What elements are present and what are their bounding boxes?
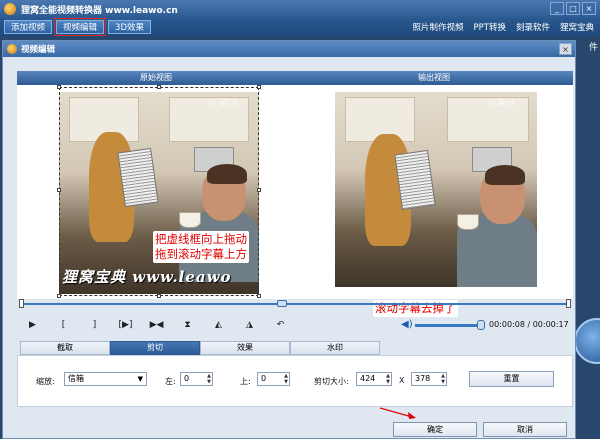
app-titlebar: 狸窝全能视频转换器 www.leawo.cn _ □ × [0,0,600,18]
stepper-arrows-icon[interactable]: ▲ ▼ [284,373,288,385]
crop-height-stepper[interactable]: 378 ▲ ▼ [411,372,447,386]
preview-area: ◎ 刷沙 狸窝宝典 www.leawo ◎ 刷沙 [17,85,573,299]
edit-tabs: 截取 剪切 效果 水印 [20,341,380,355]
stepper-arrows-icon[interactable]: ▲ ▼ [386,373,390,385]
stepper-arrows-icon[interactable]: ▲ ▼ [207,373,211,385]
crop-handle[interactable] [157,294,161,298]
video-scene [335,92,537,287]
crop-width-stepper[interactable]: 424 ▲ ▼ [356,372,392,386]
crop-handle[interactable] [257,294,261,298]
close-button[interactable]: × [582,2,596,15]
photo-video-link[interactable]: 照片制作视频 [413,21,464,33]
app-window-controls: _ □ × [550,2,596,15]
crop-size-label: 剪切大小: [314,377,349,386]
output-view-label: 输出视图 [418,73,450,82]
zoom-select-value: 信箱 [68,374,84,383]
left-label: 左: [165,377,176,386]
scrolling-subtitle-watermark: 狸窝宝典 www.leawo [62,268,232,286]
crop-height-value: 378 [415,374,431,383]
crop-handle[interactable] [257,85,261,89]
app-toolbar: 添加视频 视频编辑 3D效果 照片制作视频 PPT转换 刻录软件 狸窝宝典 [0,18,600,36]
cancel-button[interactable]: 取消 [483,422,567,437]
volume-icon[interactable]: ◀) [401,319,413,330]
zoom-select[interactable]: 信箱 ▼ [64,372,147,386]
minimize-button[interactable]: _ [550,2,564,15]
left-offset-value: 0 [184,374,190,383]
timeline-thumb[interactable] [277,300,287,307]
volume-thumb[interactable] [477,320,485,330]
timeline-track[interactable] [23,303,567,305]
rotate-right-icon[interactable]: ◮ [234,320,265,330]
maximize-button[interactable]: □ [566,2,580,15]
timeline-end-marker[interactable] [566,299,571,308]
crop-handle[interactable] [57,85,61,89]
zoom-label: 缩放: [36,377,55,386]
undo-icon[interactable]: ↶ [265,320,296,330]
app-logo-icon [4,3,16,15]
top-offset-value: 0 [261,374,267,383]
ok-button[interactable]: 确定 [393,422,477,437]
tab-trim[interactable]: 截取 [20,341,110,355]
newspaper-shape [394,149,436,211]
crop-handle[interactable] [157,85,161,89]
timeline-start-marker[interactable] [19,299,24,308]
watermark-icon: ◎ 刷沙 [487,99,516,109]
dialog-title: 视频编辑 [21,45,56,55]
app-title: 狸窝全能视频转换器 www.leawo.cn [21,5,178,16]
view-header: 原始视图 输出视图 [17,71,573,85]
mark-in-icon[interactable]: [ [48,320,79,330]
crop-selection-box[interactable] [57,85,261,298]
split-icon[interactable]: ▶◀ [141,320,172,330]
ppt-convert-link[interactable]: PPT转换 [474,21,506,33]
play-icon[interactable]: ▶ [17,320,48,330]
timecode: 00:00:08 / 00:00:17 [489,320,569,329]
timeline-slider[interactable] [17,299,573,309]
cup-shape [457,214,479,230]
hourglass-icon[interactable]: ⧗ [172,320,203,330]
dialog-close-button[interactable]: × [559,43,572,55]
rotate-left-icon[interactable]: ◭ [203,320,234,330]
crop-handle[interactable] [57,294,61,298]
crop-handle[interactable] [57,188,61,192]
man-hair-shape [485,165,525,185]
background-text: 件 [588,43,598,53]
stepper-arrows-icon[interactable]: ▲ ▼ [441,373,445,385]
original-view-label: 原始视图 [140,73,172,82]
tab-crop[interactable]: 剪切 [110,341,200,355]
dialog-logo-icon [7,44,17,54]
playback-controls: ▶ [ ] [▶] ▶◀ ⧗ ◭ ◮ ↶ ◀) 00:00:08 / 00:00… [17,317,573,333]
burn-software-link[interactable]: 刻录软件 [516,21,550,33]
reset-button[interactable]: 重置 [469,371,554,387]
instruction-note-left: 把虚线框向上拖动 拖到滚动字幕上方 [153,231,249,263]
tab-effect[interactable]: 效果 [200,341,290,355]
add-video-button[interactable]: 添加视频 [4,20,53,34]
video-edit-dialog: 视频编辑 × 原始视图 输出视图 ◎ 刷沙 狸窝宝典 www.leawo ◎ 刷… [2,40,576,439]
toolbar-links: 照片制作视频 PPT转换 刻录软件 狸窝宝典 [413,21,595,33]
top-offset-stepper[interactable]: 0 ▲ ▼ [257,372,290,386]
video-edit-button[interactable]: 视频编辑 [54,18,107,36]
tab-watermark[interactable]: 水印 [290,341,380,355]
dialog-titlebar: 视频编辑 [3,41,575,57]
pointer-arrow-icon [379,407,416,419]
crop-settings-panel: 缩放: 信箱 ▼ 左: 0 ▲ ▼ 上: 0 ▲ ▼ 剪切大小: 424 ▲ ▼ X … [17,355,573,407]
leawo-guide-link[interactable]: 狸窝宝典 [560,21,594,33]
crop-width-value: 424 [360,374,376,383]
play-selection-icon[interactable]: [▶] [110,320,141,330]
top-label: 上: [240,377,251,386]
3d-effect-button[interactable]: 3D效果 [108,20,151,34]
left-offset-stepper[interactable]: 0 ▲ ▼ [180,372,213,386]
output-video-frame: ◎ 刷沙 [335,92,537,287]
size-separator: X [399,376,405,385]
chevron-down-icon: ▼ [137,375,143,383]
crop-handle[interactable] [257,188,261,192]
mark-out-icon[interactable]: ] [79,320,110,330]
volume-slider[interactable] [415,324,479,327]
